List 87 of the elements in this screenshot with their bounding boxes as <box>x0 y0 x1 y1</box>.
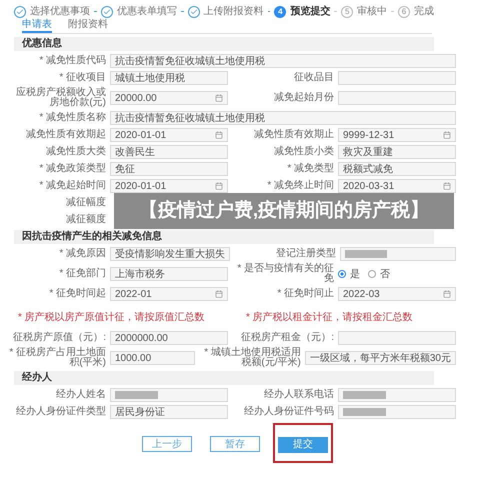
section-header: 经办人 <box>14 371 434 385</box>
field-label: * 减免原因 <box>58 249 106 259</box>
calendar-icon <box>443 131 451 139</box>
input-field[interactable]: 上海市税务 <box>110 267 228 281</box>
input-field[interactable]: 救灾及重建 <box>338 145 456 159</box>
section-header: 因抗击疫情产生的相关减免信息 <box>14 230 434 244</box>
title-banner: 【疫情过户费,疫情期间的房产税】 <box>114 193 454 229</box>
field-label: 减免性质小类 <box>273 147 334 157</box>
field-label: * 征免部门 <box>58 269 106 279</box>
field-label: 征税房产原值（元）: <box>12 333 106 343</box>
step-label: 完成 <box>414 4 434 19</box>
input-field[interactable] <box>110 388 228 402</box>
step-label: 预览提交 <box>290 4 330 19</box>
step-number: 4 <box>274 6 286 18</box>
field-label: * 征免时间起 <box>48 289 106 299</box>
date-field[interactable]: 2020-03-31 <box>338 179 456 193</box>
field-label: * 减免终止时间 <box>266 181 334 191</box>
input-field[interactable]: 抗击疫情暂免征收城镇土地使用税 <box>110 54 456 68</box>
field-label: 减征幅度 <box>65 198 106 208</box>
radio-option[interactable]: 是 <box>338 266 360 282</box>
field-label: 经办人联系电话 <box>263 390 334 400</box>
input-field[interactable]: 居民身份证 <box>110 405 228 419</box>
field-label: 登记注册类型 <box>275 249 336 259</box>
field-label: 征收品目 <box>293 73 334 83</box>
input-field[interactable]: 免征 <box>110 162 228 176</box>
input-field[interactable] <box>338 388 456 402</box>
input-field[interactable]: 抗击疫情暂免征收城镇土地使用税 <box>110 111 456 125</box>
field-label: 应税房产税额收入或房地价款(元) <box>15 88 106 108</box>
date-field[interactable]: 9999-12-31 <box>338 128 456 142</box>
step-label: 选择优惠事项 <box>30 4 90 18</box>
field-label: 经办人身份证件号码 <box>243 407 334 417</box>
field-label: 减免性质大类 <box>45 147 106 157</box>
warning-note: * 房产税以租金计征，请按租金汇总数 <box>246 312 413 323</box>
field-label: 经办人姓名 <box>55 390 106 400</box>
input-field[interactable]: 税额式减免 <box>338 162 456 176</box>
input-field[interactable]: 改善民生 <box>110 145 228 159</box>
input-field[interactable]: 一级区域，每平方米年税额30元 <box>304 351 456 365</box>
date-field[interactable]: 2020-01-01 <box>110 128 228 142</box>
input-field[interactable] <box>340 247 456 261</box>
calendar-icon <box>215 94 223 102</box>
field-label: * 征收项目 <box>58 73 106 83</box>
tab[interactable]: 申请表 <box>22 19 52 33</box>
step-label: 审核中 <box>357 4 388 19</box>
field-label: * 减免类型 <box>286 164 334 174</box>
field-label: 减免性质有效期止 <box>253 130 334 140</box>
tab[interactable]: 附报资料 <box>68 19 108 33</box>
field-label: * 城镇土地使用税适用税额(元/平米) <box>203 348 301 368</box>
field-label: * 减免性质名称 <box>38 113 106 123</box>
calendar-icon <box>215 131 223 139</box>
calendar-icon <box>215 182 223 190</box>
field-label: 征税房产租金（元）: <box>240 333 334 343</box>
field-label: * 是否与疫情有关的征免 <box>236 264 334 284</box>
redaction-bar <box>343 408 386 416</box>
date-field[interactable]: 2022-01 <box>110 287 228 301</box>
field-label: * 减免政策类型 <box>38 164 106 174</box>
input-field[interactable]: 受疫情影响发生重大损失 <box>110 247 230 261</box>
field-label: * 征免时间止 <box>276 289 334 299</box>
input-field[interactable]: 城镇土地使用税 <box>110 71 228 85</box>
calendar-icon <box>443 182 451 190</box>
field-label: 减免性质有效期起 <box>25 130 106 140</box>
calendar-icon <box>215 290 223 298</box>
date-field[interactable]: 2022-03 <box>338 287 456 301</box>
date-field[interactable]: 20000.00 <box>110 91 228 105</box>
input-field[interactable] <box>338 91 456 105</box>
input-field[interactable]: 2000000.00 <box>110 331 228 345</box>
input-field[interactable] <box>338 405 456 419</box>
field-label: 减征额度 <box>65 215 106 225</box>
step-label: 优惠表单填写 <box>116 4 177 19</box>
step-label: 上传附报资料 <box>204 4 264 19</box>
input-field[interactable] <box>338 71 456 85</box>
field-label: * 减免起始时间 <box>38 181 106 191</box>
calendar-icon <box>443 290 451 298</box>
section-header: 优惠信息 <box>14 37 434 51</box>
redaction-bar <box>343 391 386 399</box>
field-label: * 减免性质代码 <box>38 56 106 66</box>
field-label: 经办人身份证件类型 <box>15 407 106 417</box>
redaction-bar <box>345 250 388 258</box>
radio-option[interactable]: 否 <box>368 266 390 282</box>
step-number: 6 <box>398 6 410 18</box>
date-field[interactable]: 2020-01-01 <box>110 179 228 193</box>
input-field[interactable]: 1000.00 <box>110 351 195 365</box>
step-number: 5 <box>341 6 354 18</box>
field-label: * 征税房产占用土地面积(平米) <box>8 348 106 368</box>
redaction-bar <box>115 391 158 399</box>
field-label: 减免起始月份 <box>273 93 334 103</box>
warning-note: * 房产税以房产原值计征，请按原值汇总数 <box>18 312 205 323</box>
input-field[interactable] <box>338 331 456 345</box>
